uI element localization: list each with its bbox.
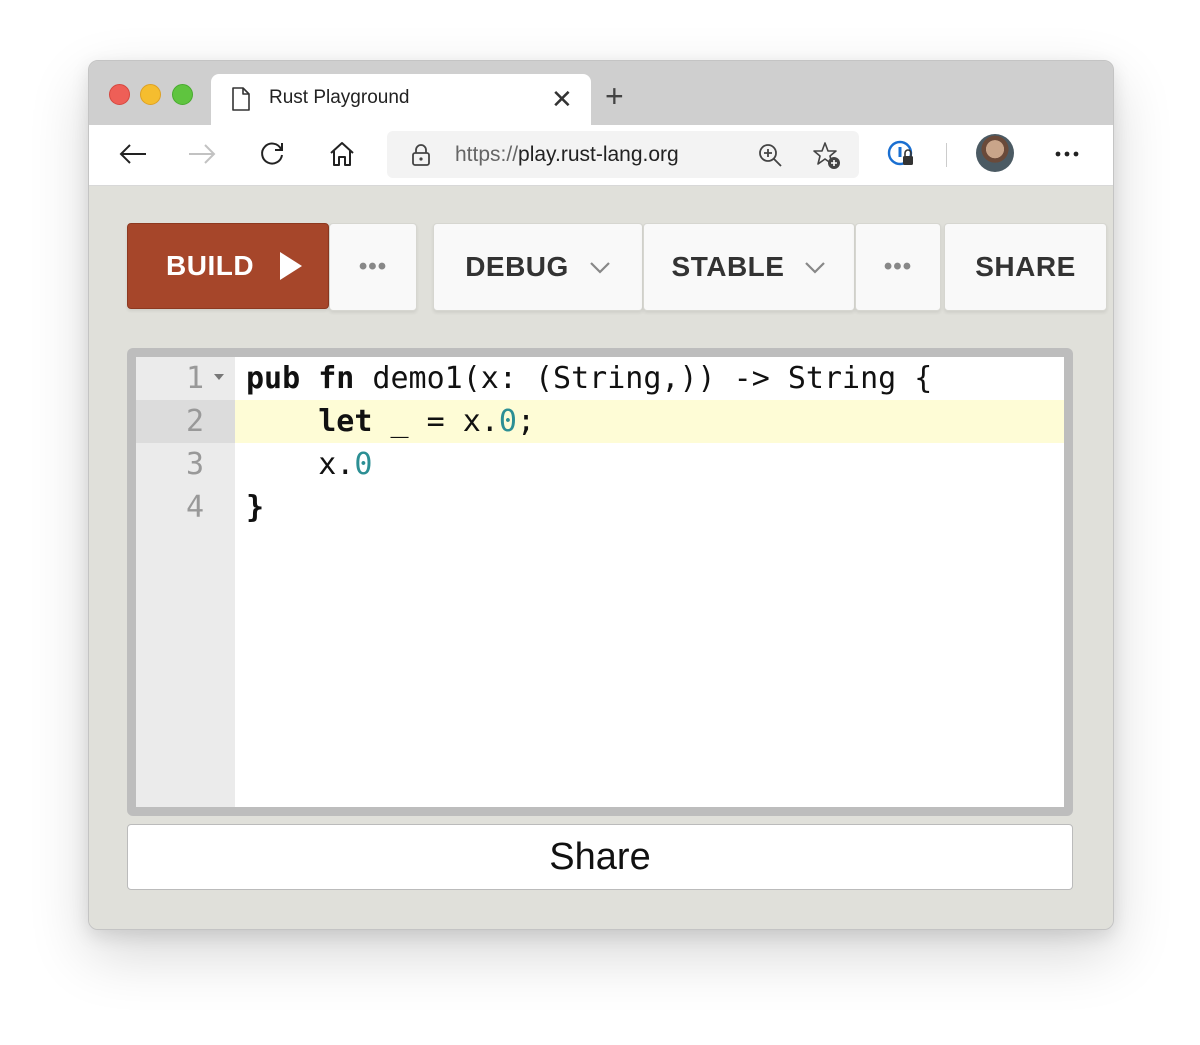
toolbar-divider — [946, 143, 947, 167]
mode-dropdown[interactable]: DEBUG — [433, 223, 643, 311]
new-tab-icon[interactable]: + — [605, 80, 624, 112]
playground-page: BUILD ••• DEBUG STABLE ••• SHARE 1 pub f… — [89, 186, 1113, 929]
line-number: 1 — [185, 361, 204, 396]
password-manager-icon[interactable] — [885, 138, 917, 170]
build-button[interactable]: BUILD — [127, 223, 329, 309]
build-label: BUILD — [166, 250, 255, 281]
browser-toolbar: https://play.rust-lang.org — [89, 125, 1113, 186]
mode-label: DEBUG — [465, 251, 569, 282]
code-text: x.0 — [246, 443, 372, 486]
url-scheme: https:// — [455, 143, 519, 166]
number-literal: 0 — [498, 404, 517, 439]
favorite-star-icon[interactable] — [812, 141, 842, 171]
fold-arrow-icon[interactable] — [214, 374, 224, 380]
channel-label: STABLE — [671, 251, 785, 282]
number-literal: 0 — [354, 447, 373, 482]
back-icon[interactable] — [117, 138, 149, 170]
share-panel-button[interactable]: Share — [127, 824, 1073, 890]
code-token: x. — [246, 447, 355, 482]
line-number: 2 — [185, 404, 204, 439]
share-button[interactable]: SHARE — [944, 223, 1107, 311]
code-line-2[interactable]: 2 let _ = x.0; — [136, 400, 1064, 443]
play-icon — [280, 252, 303, 280]
browser-window: Rust Playground ✕ + https://play.rust-la… — [88, 60, 1114, 930]
more-dots-icon: ••• — [358, 253, 388, 280]
page-icon — [232, 87, 250, 111]
code-text: } — [246, 490, 265, 525]
zoom-in-icon[interactable] — [757, 142, 783, 168]
close-window-button[interactable] — [109, 84, 130, 105]
tab-bar: Rust Playground ✕ + — [89, 61, 1113, 125]
zoom-window-button[interactable] — [172, 84, 193, 105]
code-token: demo1(x: (String,)) -> String { — [354, 361, 933, 396]
browser-tab[interactable]: Rust Playground ✕ — [211, 74, 591, 125]
url-host: play.rust-lang.org — [518, 143, 679, 166]
advanced-options-button[interactable]: ••• — [855, 223, 941, 311]
line-number: 3 — [185, 447, 204, 482]
more-dots-icon: ••• — [883, 253, 913, 280]
code-editor[interactable]: 1 pub fn demo1(x: (String,)) -> String {… — [136, 357, 1064, 807]
share-panel-label: Share — [549, 835, 651, 878]
tab-title: Rust Playground — [269, 87, 410, 108]
chevron-down-icon — [590, 262, 610, 274]
code-token: ; — [516, 404, 535, 439]
home-icon[interactable] — [326, 138, 358, 170]
more-options-icon[interactable] — [1051, 138, 1083, 170]
keyword: pub fn — [246, 361, 355, 396]
url-text[interactable]: https://play.rust-lang.org — [455, 143, 679, 167]
code-token: _ = x. — [372, 404, 499, 439]
code-line-3[interactable]: 3 x.0 — [136, 443, 1064, 486]
close-tab-icon[interactable]: ✕ — [551, 85, 573, 113]
chevron-down-icon — [805, 262, 826, 274]
code-line-1[interactable]: 1 pub fn demo1(x: (String,)) -> String { — [136, 357, 1064, 400]
reload-icon[interactable] — [256, 138, 288, 170]
build-more-button[interactable]: ••• — [329, 223, 417, 311]
code-text: pub fn demo1(x: (String,)) -> String { — [246, 357, 932, 400]
code-line-4[interactable]: 4 } — [136, 486, 1064, 529]
keyword: let — [318, 404, 373, 439]
code-text: let _ = x.0; — [246, 400, 535, 443]
profile-avatar[interactable] — [976, 134, 1014, 172]
line-number: 4 — [185, 490, 204, 525]
lock-icon[interactable] — [411, 143, 431, 167]
channel-dropdown[interactable]: STABLE — [643, 223, 855, 311]
forward-icon[interactable] — [186, 138, 218, 170]
share-label: SHARE — [975, 251, 1076, 282]
minimize-window-button[interactable] — [140, 84, 161, 105]
editor-frame: 1 pub fn demo1(x: (String,)) -> String {… — [127, 348, 1073, 816]
address-bar[interactable]: https://play.rust-lang.org — [387, 131, 859, 178]
